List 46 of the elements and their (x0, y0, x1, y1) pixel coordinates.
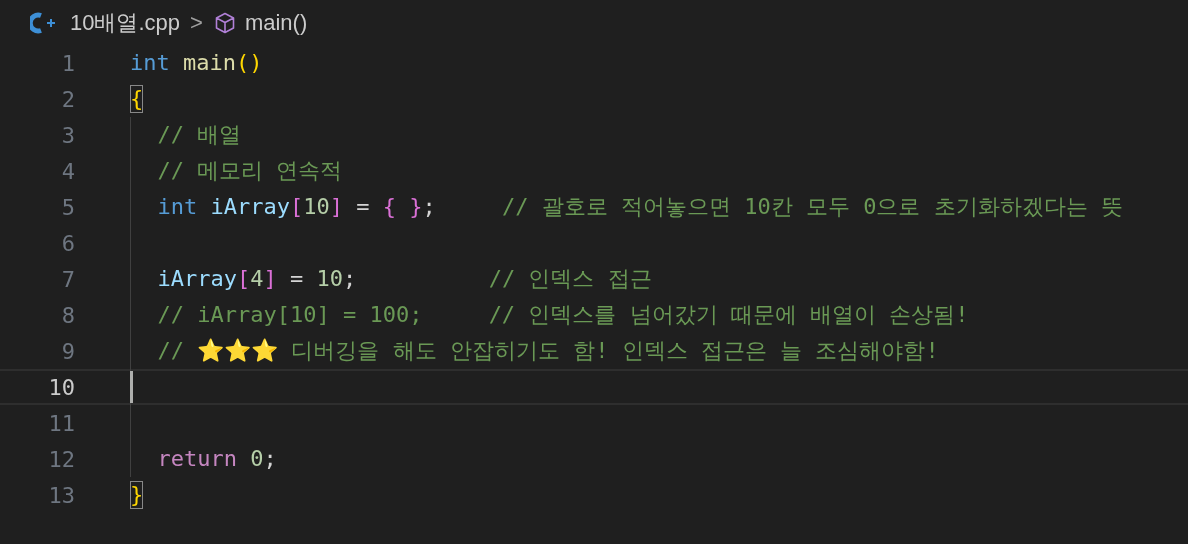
code-comment: // 메모리 연속적 (157, 157, 343, 185)
line-number: 4 (60, 158, 75, 184)
file-name[interactable]: 10배열.cpp (70, 7, 181, 38)
code-comment: // ⭐⭐⭐ 디버깅을 해도 안잡히기도 함! 인덱스 접근은 늘 조심해야함! (157, 337, 939, 365)
number-literal: 4 (250, 265, 264, 293)
keyword-text: int (157, 193, 199, 221)
code-comment: // 배열 (157, 121, 242, 149)
function-name: main (183, 49, 236, 77)
bracket-text: [ (289, 193, 304, 221)
operator-text: = (355, 193, 371, 221)
keyword-text: int (130, 49, 171, 77)
bracket-text: { } (382, 193, 423, 221)
breadcrumb-separator: > (190, 9, 203, 36)
operator-text: ; (343, 265, 358, 293)
bracket-text: ] (329, 193, 343, 221)
code-comment: // iArray[10] = 100; // 인덱스를 넘어갔기 때문에 배열이 손상됨! (157, 301, 969, 329)
line-number: 12 (47, 446, 75, 472)
line-number: 5 (60, 194, 75, 220)
line-number: 10 (47, 374, 75, 400)
code-comment: // 인덱스 접근 (488, 265, 652, 293)
line-number: 11 (47, 410, 75, 436)
number-literal: 10 (316, 265, 343, 293)
brace-text: { (130, 85, 144, 113)
number-literal: 0 (250, 445, 264, 473)
variable-name: iArray (210, 193, 290, 221)
operator-text: ; (422, 193, 437, 221)
operator-text: ; (263, 445, 277, 473)
line-number: 7 (60, 266, 75, 292)
line-number: 1 (60, 50, 75, 76)
text-cursor (130, 371, 133, 403)
bracket-text: ] (263, 265, 277, 293)
variable-name: iArray (157, 265, 237, 293)
bracket-text: [ (237, 265, 251, 293)
code-comment: // 괄호로 적어놓으면 10칸 모두 0으로 초기화하겠다는 뜻 (501, 193, 1123, 221)
brace-text: () (235, 49, 263, 77)
line-number: 2 (60, 86, 75, 112)
brace-text: } (130, 481, 144, 509)
keyword-text: return (157, 445, 238, 473)
line-number: 13 (47, 482, 75, 508)
number-literal: 10 (303, 193, 330, 221)
line-number: 6 (60, 230, 75, 256)
operator-text: = (288, 265, 305, 293)
line-number: 3 (60, 122, 75, 148)
line-number: 9 (60, 338, 75, 364)
line-number: 8 (60, 302, 75, 328)
symbol-name[interactable]: main() (244, 9, 308, 36)
